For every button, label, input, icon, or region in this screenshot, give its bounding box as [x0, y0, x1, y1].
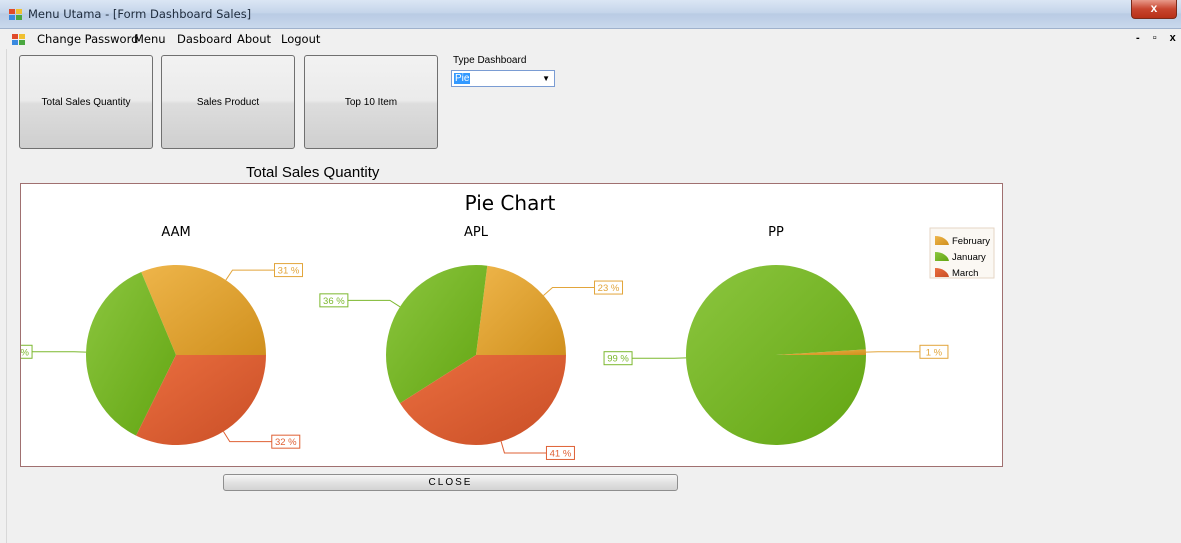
chart-title: Pie Chart	[465, 191, 556, 215]
data-label: 31 %	[278, 266, 300, 277]
pie-slice-february	[476, 265, 566, 355]
pie-apl: APL 23 % 36 % 41 %	[319, 225, 624, 460]
mdi-window-controls[interactable]: - ▫ x	[1136, 32, 1181, 44]
menu-menu[interactable]: Menu	[134, 32, 166, 46]
pie-slice-january	[686, 265, 866, 446]
window-title: Menu Utama - [Form Dashboard Sales]	[28, 7, 252, 21]
data-label: 32 %	[275, 437, 297, 448]
mdi-client-border	[6, 49, 7, 543]
pie-title: PP	[768, 225, 784, 240]
leader-line	[225, 269, 275, 281]
type-dashboard-select[interactable]: Pie ▼	[451, 70, 555, 87]
data-label: 36 %	[21, 347, 29, 358]
data-label: 36 %	[323, 296, 345, 307]
data-label: 41 %	[550, 448, 572, 459]
pie-aam: AAM 31 % 36 % 32 %	[3, 225, 303, 449]
close-button[interactable]: CLOSE	[223, 474, 678, 491]
leader-line	[543, 287, 595, 296]
mdi-child-icon[interactable]	[11, 32, 27, 46]
pie-title: AAM	[161, 225, 190, 240]
type-dashboard-group: Type Dashboard Pie ▼	[448, 52, 560, 94]
menu-about[interactable]: About	[237, 32, 271, 46]
total-sales-quantity-button[interactable]: Total Sales Quantity	[19, 55, 153, 149]
menu-change-password[interactable]: Change Password	[37, 32, 138, 46]
app-icon	[9, 9, 22, 20]
type-dashboard-value: Pie	[454, 73, 471, 84]
data-label: 1 %	[926, 347, 943, 358]
menu-bar: Change Password Menu Dasboard About Logo…	[0, 29, 1181, 49]
pie-chart-svg: Pie Chart AAM 31 % 36 % 32 % APL 23 % 36 % 41 %…	[3, 191, 995, 460]
leader-line	[223, 431, 272, 443]
data-label: 23 %	[598, 283, 620, 294]
sales-product-button[interactable]: Sales Product	[161, 55, 295, 149]
legend-label: March	[952, 268, 978, 279]
pie-title: APL	[464, 225, 489, 240]
window-close-button[interactable]: x	[1131, 0, 1177, 19]
type-dashboard-label: Type Dashboard	[453, 55, 527, 66]
top-10-item-button[interactable]: Top 10 Item	[304, 55, 438, 149]
chart-panel: Pie Chart AAM 31 % 36 % 32 % APL 23 % 36 % 41 %…	[3, 183, 1003, 467]
legend-label: January	[952, 252, 986, 263]
section-title: Total Sales Quantity	[246, 164, 380, 181]
menu-dasboard[interactable]: Dasboard	[177, 32, 232, 46]
chart-legend: February January March	[929, 227, 995, 279]
leader-line	[500, 441, 547, 454]
pie-pp: PP 1 % 99 %	[603, 225, 949, 446]
leader-line	[347, 299, 401, 308]
chevron-down-icon[interactable]: ▼	[542, 74, 550, 83]
menu-logout[interactable]: Logout	[281, 32, 320, 46]
legend-label: February	[952, 236, 990, 247]
data-label: 99 %	[607, 354, 629, 365]
title-bar: Menu Utama - [Form Dashboard Sales] x	[0, 0, 1181, 29]
